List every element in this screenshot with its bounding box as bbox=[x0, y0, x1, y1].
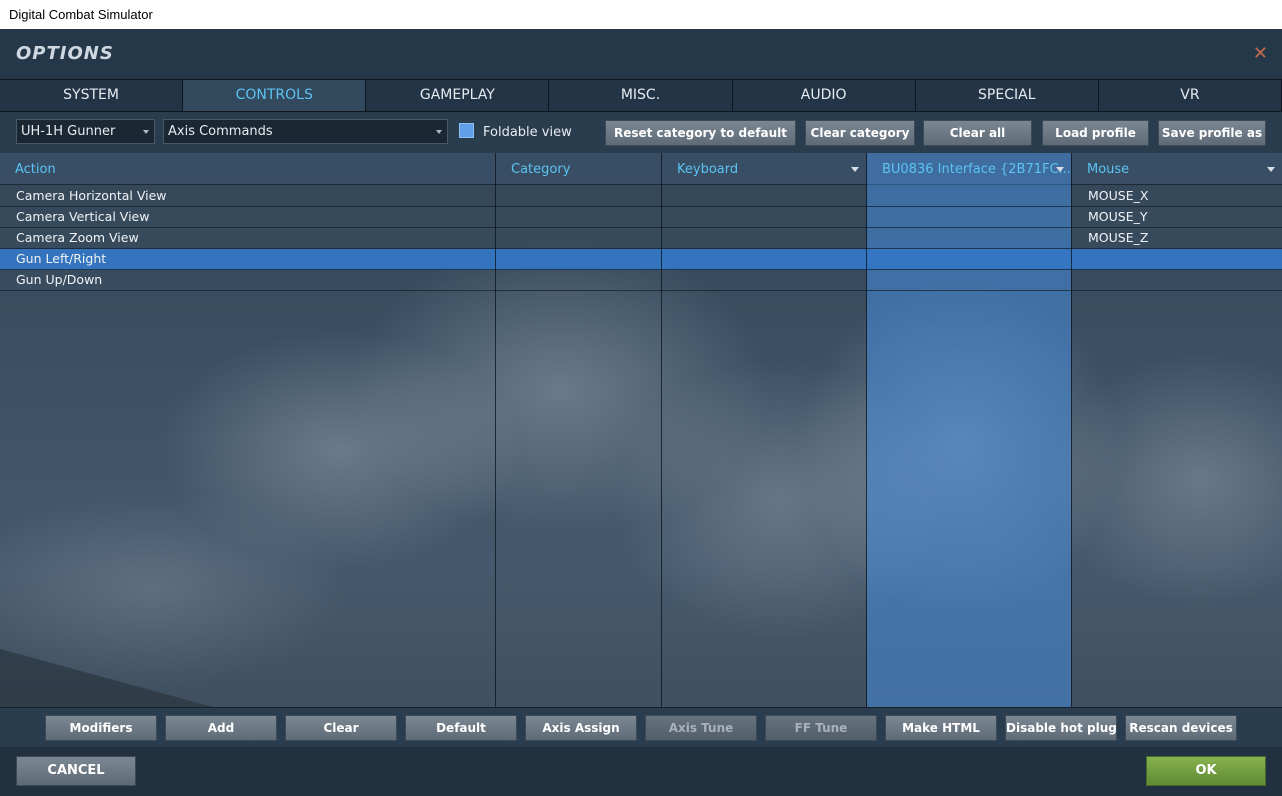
window-title: Digital Combat Simulator bbox=[9, 7, 153, 22]
options-dialog: OPTIONS ✕ SYSTEM CONTROLS GAMEPLAY MISC.… bbox=[0, 29, 1282, 796]
mouse-cell[interactable]: MOUSE_X bbox=[1072, 186, 1282, 206]
tab-audio[interactable]: AUDIO bbox=[732, 80, 916, 111]
cancel-button[interactable]: CANCEL bbox=[16, 756, 136, 786]
aircraft-select[interactable]: UH-1H Gunner bbox=[16, 119, 155, 144]
bindings-table: Action Category Keyboard BU0836 Interfac… bbox=[0, 153, 1282, 707]
ok-button[interactable]: OK bbox=[1146, 756, 1266, 786]
tab-system[interactable]: SYSTEM bbox=[0, 80, 184, 111]
action-cell: Gun Left/Right bbox=[16, 251, 107, 266]
options-header: OPTIONS ✕ bbox=[0, 29, 1282, 79]
modifiers-button[interactable]: Modifiers bbox=[45, 715, 157, 741]
controls-toolbar: UH-1H Gunner Axis Commands Foldable view… bbox=[0, 112, 1282, 153]
mouse-cell[interactable] bbox=[1072, 249, 1282, 269]
aircraft-select-value: UH-1H Gunner bbox=[21, 124, 116, 139]
tab-special[interactable]: SPECIAL bbox=[915, 80, 1099, 111]
dialog-footer: CANCEL OK bbox=[0, 747, 1282, 796]
category-select-value: Axis Commands bbox=[168, 124, 273, 139]
ff-tune-button[interactable]: FF Tune bbox=[765, 715, 877, 741]
disable-hot-plug-button[interactable]: Disable hot plug bbox=[1005, 715, 1117, 741]
column-divider bbox=[1071, 153, 1072, 707]
clear-all-button[interactable]: Clear all bbox=[923, 120, 1032, 146]
axis-tune-button[interactable]: Axis Tune bbox=[645, 715, 757, 741]
tab-gameplay[interactable]: GAMEPLAY bbox=[366, 80, 550, 111]
chevron-down-icon bbox=[143, 130, 149, 134]
reset-category-button[interactable]: Reset category to default bbox=[605, 120, 796, 146]
chevron-down-icon bbox=[436, 130, 442, 134]
clear-category-button[interactable]: Clear category bbox=[805, 120, 915, 146]
tab-misc[interactable]: MISC. bbox=[549, 80, 733, 111]
tab-vr[interactable]: VR bbox=[1098, 80, 1282, 111]
save-profile-button[interactable]: Save profile as bbox=[1158, 120, 1266, 146]
default-button[interactable]: Default bbox=[405, 715, 517, 741]
make-html-button[interactable]: Make HTML bbox=[885, 715, 997, 741]
column-divider bbox=[866, 153, 867, 707]
binding-actions-bar: Modifiers Add Clear Default Axis Assign … bbox=[0, 707, 1282, 747]
column-header-device[interactable]: BU0836 Interface {2B71FC... bbox=[867, 153, 1071, 185]
mouse-cell[interactable] bbox=[1072, 270, 1282, 290]
mouse-cell[interactable]: MOUSE_Y bbox=[1072, 207, 1282, 227]
column-header-keyboard[interactable]: Keyboard bbox=[662, 153, 866, 185]
table-row-selected[interactable]: Gun Left/Right bbox=[0, 249, 1282, 270]
action-cell: Gun Up/Down bbox=[16, 272, 103, 287]
column-divider bbox=[495, 153, 496, 707]
page-title: OPTIONS bbox=[16, 43, 114, 64]
table-row[interactable]: Camera Vertical View MOUSE_Y bbox=[0, 207, 1282, 228]
close-icon[interactable]: ✕ bbox=[1253, 43, 1268, 64]
table-row[interactable]: Gun Up/Down bbox=[0, 270, 1282, 291]
chevron-down-icon bbox=[1056, 167, 1064, 172]
foldable-view-label: Foldable view bbox=[483, 125, 572, 140]
column-header-mouse[interactable]: Mouse bbox=[1072, 153, 1282, 185]
column-header-category[interactable]: Category bbox=[496, 153, 661, 185]
load-profile-button[interactable]: Load profile bbox=[1042, 120, 1149, 146]
table-row[interactable]: Camera Horizontal View MOUSE_X bbox=[0, 186, 1282, 207]
action-cell: Camera Zoom View bbox=[16, 230, 139, 245]
window-titlebar: Digital Combat Simulator bbox=[0, 0, 1282, 29]
action-cell: Camera Vertical View bbox=[16, 209, 150, 224]
mouse-cell[interactable]: MOUSE_Z bbox=[1072, 228, 1282, 248]
action-cell: Camera Horizontal View bbox=[16, 188, 167, 203]
rescan-devices-button[interactable]: Rescan devices bbox=[1125, 715, 1237, 741]
column-header-action[interactable]: Action bbox=[0, 153, 495, 185]
clear-button[interactable]: Clear bbox=[285, 715, 397, 741]
tab-controls[interactable]: CONTROLS bbox=[183, 80, 367, 111]
foldable-view-checkbox[interactable] bbox=[459, 123, 474, 138]
column-divider bbox=[661, 153, 662, 707]
table-row[interactable]: Camera Zoom View MOUSE_Z bbox=[0, 228, 1282, 249]
chevron-down-icon bbox=[851, 167, 859, 172]
chevron-down-icon bbox=[1267, 167, 1275, 172]
tab-bar: SYSTEM CONTROLS GAMEPLAY MISC. AUDIO SPE… bbox=[0, 79, 1282, 112]
category-select[interactable]: Axis Commands bbox=[163, 119, 448, 144]
table-header: Action Category Keyboard BU0836 Interfac… bbox=[0, 153, 1282, 185]
add-button[interactable]: Add bbox=[165, 715, 277, 741]
axis-assign-button[interactable]: Axis Assign bbox=[525, 715, 637, 741]
